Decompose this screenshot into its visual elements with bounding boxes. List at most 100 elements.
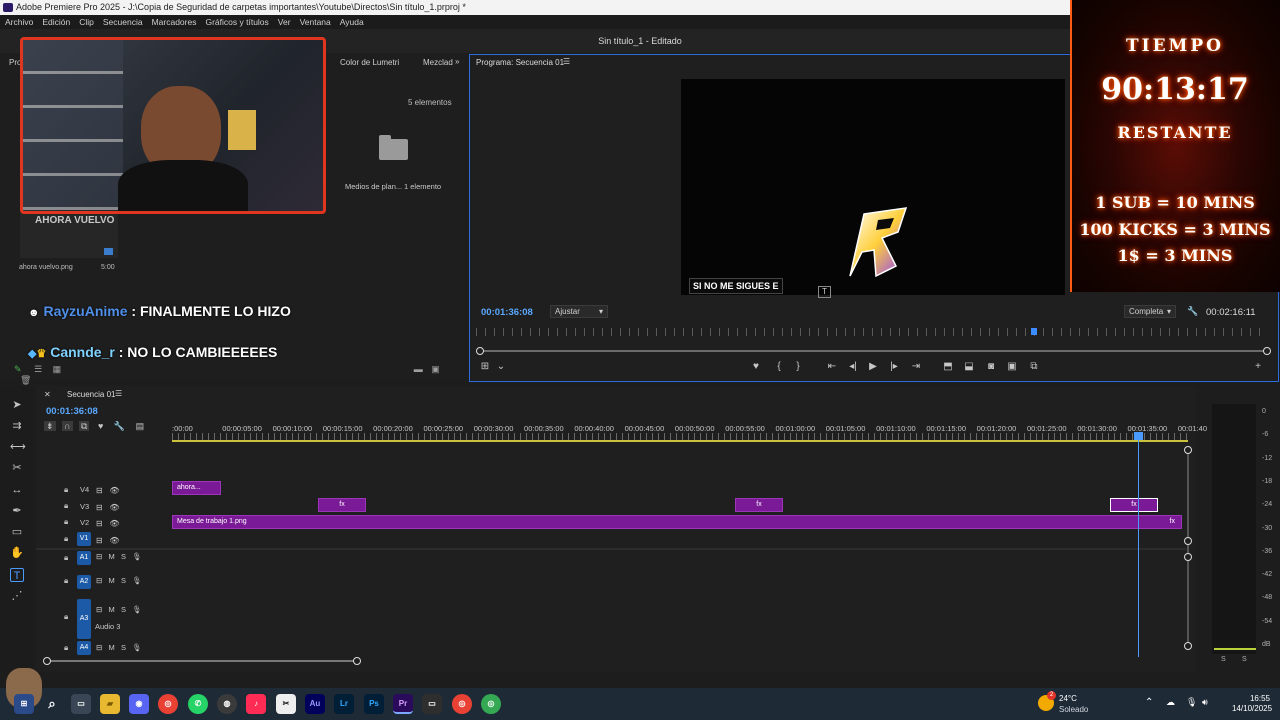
fit-dropdown[interactable]: Ajustar ▾ (550, 305, 608, 318)
track-lock-v1-icon[interactable]: 🔒︎ (64, 534, 68, 544)
menu-clip[interactable]: Clip (79, 15, 94, 29)
extract-icon[interactable]: ⬓ (962, 361, 976, 373)
volume-icon[interactable]: 🔊︎ (1202, 697, 1208, 708)
timeline-settings-icon[interactable]: 🔧 (114, 421, 125, 431)
tab-program[interactable]: Programa: Secuencia 01 (476, 58, 564, 67)
audio-track-toggles-a2[interactable]: ⊟ M S 🎙︎ (96, 576, 142, 585)
linked-selection-icon[interactable]: ⧉ (79, 421, 90, 431)
track-label-a2[interactable]: A2 (77, 575, 91, 589)
audio-track-toggles-a1[interactable]: ⊟ M S 🎙︎ (96, 552, 142, 561)
folder-icon[interactable] (379, 135, 408, 160)
new-item-icon[interactable]: ▣ (431, 364, 440, 374)
tab-mixer[interactable]: Mezclad (423, 58, 453, 67)
microphone-icon[interactable]: 🎙︎ (1186, 697, 1197, 708)
mark-out-icon[interactable]: } (791, 361, 805, 373)
add-marker-icon[interactable]: ♥ (749, 361, 763, 373)
menu-ver[interactable]: Ver (278, 15, 291, 29)
sync-lock-icon[interactable]: ⊟ 👁︎ (96, 500, 120, 517)
panel-overflow-icon[interactable]: » (455, 57, 459, 66)
play-icon[interactable]: ▶ (866, 361, 880, 373)
rectangle-tool-icon[interactable]: ▭ (10, 525, 24, 539)
scroll-handle-right[interactable] (1263, 347, 1271, 355)
premiere-icon[interactable]: Pr (393, 694, 413, 714)
search-icon[interactable]: ⌕ (42, 694, 62, 714)
new-bin-icon[interactable]: ▬ (414, 364, 423, 374)
scroll-handle-left[interactable] (476, 347, 484, 355)
audio-track-toggles-a4[interactable]: ⊟ M S 🎙︎ (96, 643, 142, 652)
menu-secuencia[interactable]: Secuencia (103, 15, 143, 29)
sync-lock-icon[interactable]: ⊟ 👁︎ (96, 533, 120, 550)
file-explorer-icon[interactable]: ▰ (100, 694, 120, 714)
audition-icon[interactable]: Au (305, 694, 325, 714)
tray-chevron-icon[interactable]: ⌃ (1145, 697, 1153, 708)
export-frame-icon[interactable]: ◙ (984, 361, 998, 373)
audio-track-toggles-a3[interactable]: ⊟ M S 🎙︎ (96, 605, 142, 614)
v-scroll-handle-mid[interactable] (1184, 537, 1192, 545)
go-to-out-icon[interactable]: ⇥ (909, 361, 923, 373)
menu-ayuda[interactable]: Ayuda (340, 15, 364, 29)
capcut-icon[interactable]: ✂ (276, 694, 296, 714)
clip-v4-ahora[interactable]: ahora... (172, 481, 221, 495)
clip-v3-1[interactable]: fx (318, 498, 366, 512)
track-lock-v3-icon[interactable]: 🔒︎ (64, 501, 68, 511)
sync-lock-icon[interactable]: ⊟ 👁︎ (96, 483, 120, 500)
chrome-icon-2[interactable]: ◎ (452, 694, 472, 714)
work-area-bar[interactable] (172, 440, 1188, 442)
terminal-icon[interactable]: ▭ (422, 694, 442, 714)
sequence-menu-icon[interactable]: ☰ (115, 389, 122, 398)
hand-tool-icon[interactable]: ✋ (10, 546, 24, 560)
slip-tool-icon[interactable]: ↔ (10, 483, 24, 497)
step-forward-icon[interactable]: |▸ (887, 361, 901, 373)
track-lock-v4-icon[interactable]: 🔒︎ (64, 484, 68, 495)
track-label-a1[interactable]: A1 (77, 551, 91, 565)
v-scroll-handle-audio[interactable] (1184, 553, 1192, 561)
chrome-icon-3[interactable]: ◎ (481, 694, 501, 714)
add-marker-icon[interactable]: ♥ (98, 421, 103, 431)
monitor-ruler[interactable] (476, 328, 1266, 336)
type-tool-icon[interactable]: T (10, 568, 24, 582)
step-back-icon[interactable]: ◂| (846, 361, 860, 373)
wrench-icon[interactable]: 🔧 (1187, 306, 1198, 317)
settings-chevron-icon[interactable]: ⌄ (494, 361, 508, 373)
menu-graficos[interactable]: Gráficos y títulos (205, 15, 268, 29)
track-label-a3[interactable]: A3 (77, 599, 91, 639)
tab-lumetri[interactable]: Color de Lumetri (340, 58, 399, 67)
photoshop-icon[interactable]: Ps (364, 694, 384, 714)
track-label-v2[interactable]: V2 (80, 518, 89, 527)
horizontal-scrollbar[interactable] (47, 660, 357, 662)
pencil-icon[interactable]: ✎ (14, 364, 22, 374)
tiktok-icon[interactable]: ♪ (246, 694, 266, 714)
solo-label[interactable]: S (1242, 656, 1247, 663)
ripple-edit-tool-icon[interactable]: ⟷ (10, 440, 26, 454)
h-scroll-handle-right[interactable] (353, 657, 361, 665)
clip-v2-mesa[interactable]: Mesa de trabajo 1.png fx (172, 515, 1182, 529)
monitor-playhead[interactable] (1031, 328, 1037, 335)
track-lock-a4-icon[interactable]: 🔒︎ (64, 643, 68, 653)
h-scroll-handle-left[interactable] (43, 657, 51, 665)
vr-video-icon[interactable]: ⧉ (1027, 361, 1041, 373)
track-lock-a3-icon[interactable]: 🔒︎ (64, 612, 68, 622)
folder-label[interactable]: Medios de plan... (345, 182, 402, 191)
selection-tool-icon[interactable]: ➤ (10, 398, 24, 412)
discord-icon[interactable]: ◉ (129, 694, 149, 714)
track-select-tool-icon[interactable]: ⇉ (10, 419, 24, 433)
safe-margins-icon[interactable]: ⊞ (478, 361, 492, 373)
system-clock[interactable]: 16:55 14/10/2025 (1232, 694, 1272, 714)
program-timecode-current[interactable]: 00:01:36:08 (481, 307, 533, 318)
vertical-scrollbar[interactable] (1187, 446, 1189, 650)
tab-sequence[interactable]: Secuencia 01 (67, 390, 115, 399)
weather-desc[interactable]: Soleado (1059, 705, 1088, 714)
quality-dropdown[interactable]: Completa ▾ (1124, 305, 1176, 318)
solo-label[interactable]: S (1221, 656, 1226, 663)
v-scroll-handle-top[interactable] (1184, 446, 1192, 454)
caption-tool-icon[interactable]: ⋰ (10, 589, 24, 603)
go-to-in-icon[interactable]: ⇤ (825, 361, 839, 373)
v-scroll-handle-bottom[interactable] (1184, 642, 1192, 650)
track-label-v1[interactable]: V1 (77, 532, 91, 546)
menu-archivo[interactable]: Archivo (5, 15, 33, 29)
comparison-view-icon[interactable]: ▣ (1005, 361, 1019, 373)
captions-icon[interactable]: ▤ (136, 421, 145, 431)
timeline-ticks[interactable] (172, 433, 1188, 440)
razor-tool-icon[interactable]: ✂ (10, 461, 24, 475)
menu-edicion[interactable]: Edición (42, 15, 70, 29)
